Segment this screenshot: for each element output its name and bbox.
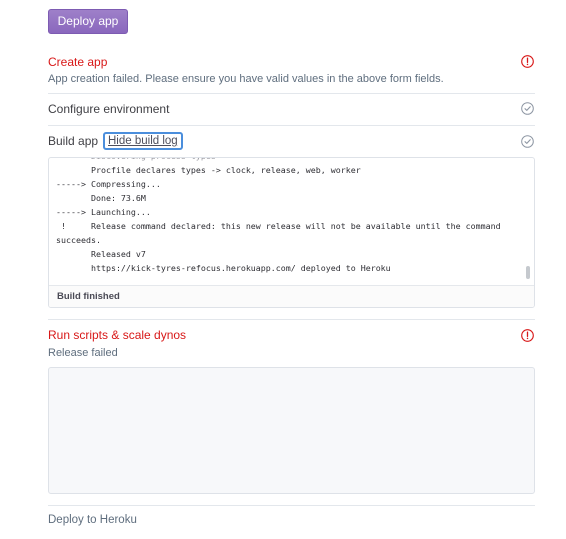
divider: [48, 319, 535, 320]
check-circle-icon: [521, 135, 534, 148]
hide-build-log-link[interactable]: Hide build log: [103, 132, 183, 150]
create-app-title: Create app: [48, 55, 108, 69]
run-scripts-title: Run scripts & scale dynos: [48, 328, 187, 342]
check-circle-icon: [521, 102, 534, 115]
log-line: -----> Compressing...: [56, 179, 161, 189]
build-status: Build finished: [57, 291, 120, 302]
log-line: Done: 73.6M: [56, 193, 146, 203]
log-line-cut: Discovering process types: [56, 158, 216, 162]
deploy-to-heroku-step: Deploy to Heroku: [48, 514, 137, 526]
divider: [48, 125, 535, 126]
create-app-error-message: App creation failed. Please ensure you h…: [48, 73, 444, 85]
build-app-title: Build app: [48, 134, 99, 148]
log-line: ! Release command declared: this new rel…: [56, 221, 501, 231]
deploy-app-button[interactable]: Deploy app: [48, 9, 128, 34]
build-log-panel: Discovering process types Procfile decla…: [48, 157, 535, 308]
log-scrollbar[interactable]: [525, 160, 531, 283]
log-line: https://kick-tyres-refocus.herokuapp.com…: [56, 263, 391, 273]
log-scrollbar-thumb[interactable]: [526, 266, 530, 279]
build-log-output[interactable]: Discovering process types Procfile decla…: [49, 158, 534, 285]
release-log-panel: [48, 367, 535, 494]
log-line: -----> Launching...: [56, 207, 151, 217]
build-status-bar: Build finished: [49, 285, 534, 307]
release-failed-message: Release failed: [48, 347, 118, 359]
divider: [48, 505, 535, 506]
exclamation-circle-icon: [521, 329, 534, 342]
log-line: succeeds.: [56, 235, 101, 245]
configure-environment-title: Configure environment: [48, 102, 170, 116]
log-line: Procfile declares types -> clock, releas…: [56, 165, 361, 175]
divider: [48, 93, 535, 94]
log-line: Released v7: [56, 249, 146, 259]
exclamation-circle-icon: [521, 55, 534, 68]
